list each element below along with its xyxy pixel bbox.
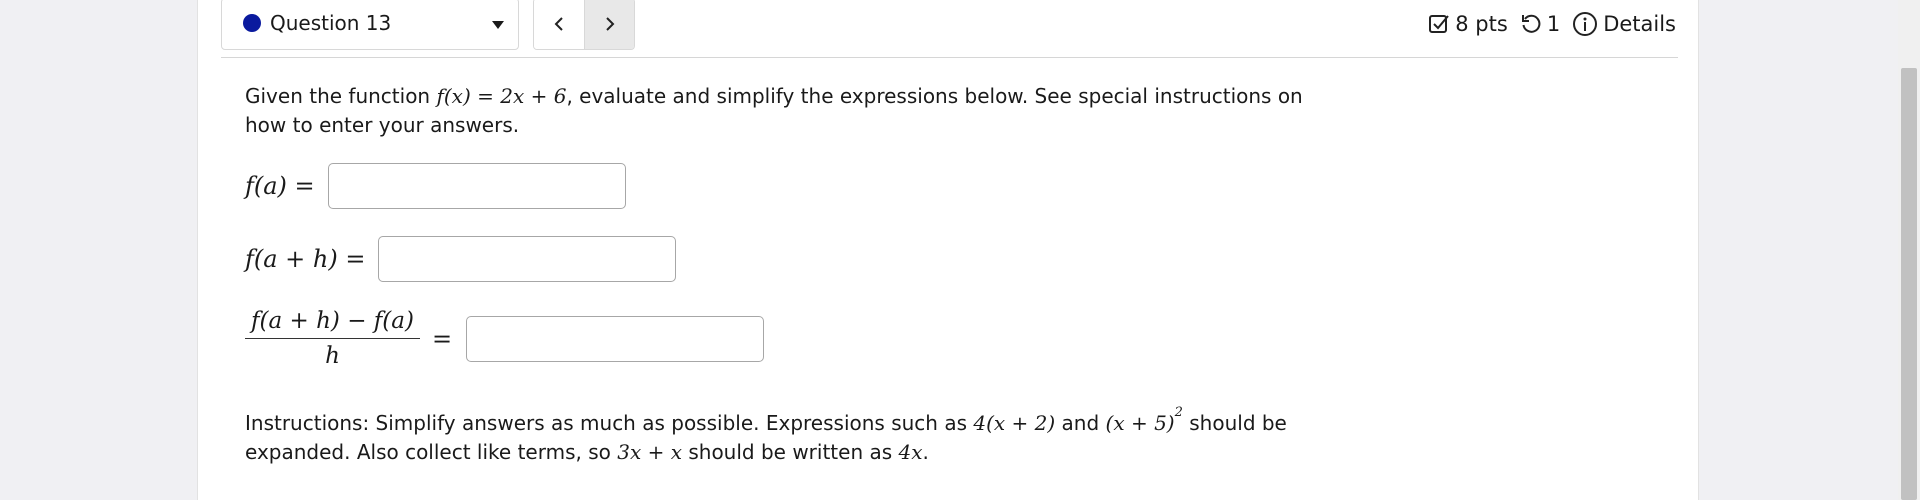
- attempts-value: 1: [1546, 12, 1561, 36]
- part-2: f(a + h) =: [245, 236, 677, 282]
- status-dot-icon: [243, 14, 261, 32]
- attempts: 1: [1520, 12, 1560, 36]
- instructions-math: 4x: [898, 440, 923, 464]
- details-button[interactable]: Details: [1572, 11, 1676, 37]
- scrollbar[interactable]: [1898, 0, 1920, 500]
- part-1-label: f(a) =: [245, 172, 315, 200]
- info-icon: [1573, 12, 1598, 36]
- points-value: 8 pts: [1455, 12, 1508, 36]
- fraction-denominator: h: [325, 343, 340, 369]
- part-3: f(a + h) − f(a) h =: [245, 308, 765, 369]
- difference-quotient: f(a + h) − f(a) h: [245, 308, 420, 369]
- instructions-text: should be written as: [681, 440, 899, 464]
- instructions-exponent: 2: [1174, 405, 1183, 420]
- caret-down-icon: [492, 21, 504, 29]
- equals-sign: =: [431, 324, 453, 353]
- instructions-text: Instructions: Simplify answers as much a…: [245, 411, 974, 435]
- part-2-answer-input[interactable]: [378, 236, 677, 282]
- part-3-answer-input[interactable]: [466, 315, 765, 362]
- instructions-math: 4(x + 2): [973, 411, 1056, 435]
- question-label: Question 13: [270, 11, 392, 35]
- function-math: f(x) = 2x + 6: [436, 84, 567, 108]
- question-prompt: Given the function f(x) = 2x + 6, evalua…: [245, 82, 1305, 140]
- instructions-text: and: [1055, 411, 1106, 435]
- scrollbar-thumb[interactable]: [1901, 68, 1917, 500]
- question-meta: 8 pts 1 Details: [1428, 11, 1676, 37]
- next-question-button[interactable]: [584, 0, 634, 49]
- chevron-left-icon: [554, 17, 563, 31]
- question-nav: [533, 0, 635, 50]
- retry-icon: [1521, 14, 1541, 33]
- part-2-label: f(a + h) =: [245, 245, 366, 273]
- checkbox-icon: [1429, 15, 1450, 33]
- instructions-math: 3x + x: [617, 440, 682, 464]
- prompt-text: Given the function: [245, 84, 437, 108]
- part-1-answer-input[interactable]: [327, 163, 626, 209]
- fraction-numerator: f(a + h) − f(a): [245, 308, 420, 339]
- instructions: Instructions: Simplify answers as much a…: [245, 398, 1305, 467]
- instructions-math: (x + 5): [1105, 411, 1175, 435]
- chevron-right-icon: [606, 17, 615, 31]
- part-1: f(a) =: [245, 163, 626, 209]
- details-label: Details: [1603, 12, 1676, 36]
- points: 8 pts: [1428, 12, 1508, 36]
- instructions-text: .: [922, 440, 929, 464]
- divider: [221, 57, 1678, 58]
- question-select[interactable]: Question 13: [221, 0, 519, 50]
- previous-question-button[interactable]: [534, 0, 584, 49]
- question-page: Question 13 8 pts 1 Details Given the fu…: [197, 0, 1699, 500]
